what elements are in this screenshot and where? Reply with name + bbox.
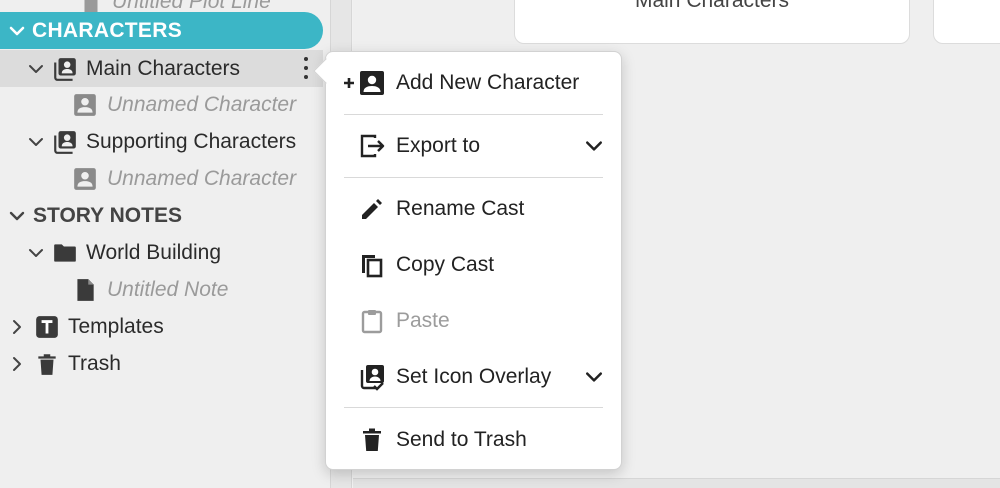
tree-item-templates[interactable]: Templates: [8, 309, 164, 345]
tree-item-main-characters[interactable]: Main Characters: [0, 50, 323, 87]
tree-item-label: Supporting Characters: [86, 130, 297, 153]
tree-item-label: World Building: [86, 241, 222, 264]
sidebar: Untitled Plot Line CHARACTERS Main Chara…: [0, 0, 330, 488]
tree-item-untitled-note[interactable]: Untitled Note: [72, 272, 228, 308]
chevron-right-icon[interactable]: [8, 355, 26, 373]
menu-item-add-new-character[interactable]: Add New Character: [326, 61, 621, 105]
section-header-characters[interactable]: CHARACTERS: [0, 12, 323, 49]
tree-item-supporting-characters[interactable]: Supporting Characters: [27, 124, 296, 160]
chevron-down-icon[interactable]: [27, 244, 45, 262]
folder-icon: [52, 240, 78, 266]
export-icon: [357, 131, 387, 161]
template-icon: [34, 314, 60, 340]
copy-icon: [357, 250, 387, 280]
menu-item-export-to[interactable]: Export to: [326, 124, 621, 168]
trash-icon: [357, 425, 387, 455]
cast-card[interactable]: Main Characters: [514, 0, 910, 44]
context-menu: Add New Character Export to Rename Cast …: [313, 51, 622, 470]
trash-icon: [34, 351, 60, 377]
cast-card-title: Main Characters: [634, 0, 790, 12]
person-card-icon: [72, 92, 98, 118]
add-person-icon: [342, 68, 388, 98]
note-icon: [72, 277, 98, 303]
chevron-down-icon: [585, 368, 603, 386]
section-header-story-notes[interactable]: STORY NOTES: [8, 198, 182, 234]
tree-item-label: Main Characters: [86, 56, 241, 80]
bottom-toolbar: [353, 478, 1000, 488]
chevron-down-icon[interactable]: [27, 133, 45, 151]
chevron-down-icon[interactable]: [8, 22, 26, 40]
tree-item-label: Unnamed Character: [107, 167, 297, 190]
tree-item-label: Templates: [68, 315, 164, 338]
tree-item-label: Unnamed Character: [107, 93, 297, 116]
tree-item-trash[interactable]: Trash: [8, 346, 121, 382]
pencil-icon: [357, 194, 387, 224]
tree-item-unnamed-character[interactable]: Unnamed Character: [72, 161, 296, 197]
chevron-down-icon[interactable]: [8, 207, 26, 225]
menu-separator: [344, 407, 603, 408]
menu-item-rename-cast[interactable]: Rename Cast: [326, 187, 621, 231]
tree-item-world-building[interactable]: World Building: [27, 235, 221, 271]
menu-item-copy-cast[interactable]: Copy Cast: [326, 243, 621, 287]
menu-item-send-to-trash[interactable]: Send to Trash: [326, 418, 621, 462]
person-card-icon: [72, 166, 98, 192]
contacts-check-icon: [357, 362, 387, 392]
chevron-down-icon: [585, 137, 603, 155]
contacts-icon: [52, 129, 78, 155]
tree-item-unnamed-character[interactable]: Unnamed Character: [72, 87, 296, 123]
chevron-right-icon[interactable]: [8, 318, 26, 336]
more-options-icon[interactable]: [297, 55, 315, 81]
section-header-label: STORY NOTES: [33, 204, 182, 227]
menu-item-set-icon-overlay[interactable]: Set Icon Overlay: [326, 355, 621, 399]
clipboard-icon: [357, 306, 387, 336]
menu-separator: [344, 114, 603, 115]
cast-card[interactable]: [933, 0, 1000, 44]
section-header-label: CHARACTERS: [32, 18, 182, 42]
contacts-icon: [52, 56, 78, 82]
tree-item-label: Trash: [68, 352, 121, 375]
menu-separator: [344, 177, 603, 178]
chevron-down-icon[interactable]: [27, 60, 45, 78]
menu-item-paste[interactable]: Paste: [326, 299, 621, 343]
tree-item-label: Untitled Note: [107, 278, 229, 301]
